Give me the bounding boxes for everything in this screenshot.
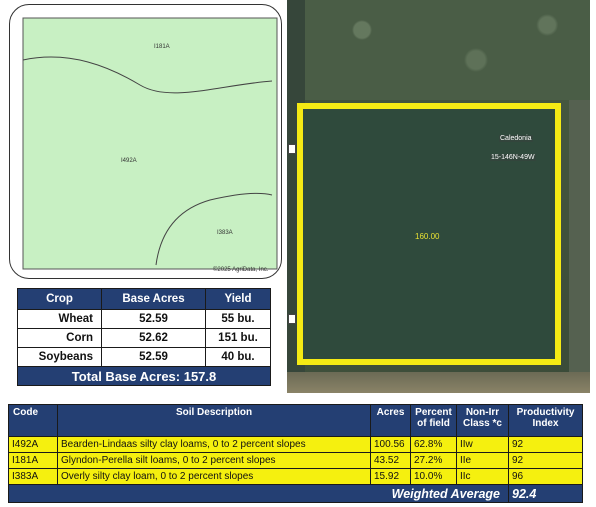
aerial-right-strip	[569, 100, 590, 372]
crop-table: Crop Base Acres Yield Wheat 52.59 55 bu.…	[17, 288, 271, 386]
weighted-average-label: Weighted Average	[8, 484, 509, 503]
map-label-i492a: I492A	[121, 158, 137, 164]
table-row: I181A Glyndon-Perella silt loams, 0 to 2…	[8, 452, 583, 469]
weighted-average-value: 92.4	[508, 484, 583, 503]
yield: 40 bu.	[205, 347, 271, 367]
place-label: Caledonia	[499, 135, 533, 142]
crop-table-header: Crop Base Acres Yield	[17, 288, 271, 310]
crop-header: Crop	[17, 288, 102, 310]
soil-code: I383A	[8, 468, 58, 485]
base-acres: 52.62	[101, 328, 206, 348]
code-header: Code	[8, 404, 58, 437]
weighted-average-row: Weighted Average 92.4	[8, 484, 583, 503]
soil-class: IIw	[456, 436, 509, 453]
percent-header: Percent of field	[410, 404, 457, 437]
soil-productivity: 92	[508, 452, 583, 469]
aerial-bottom-strip	[287, 372, 590, 393]
township-label: 15-146N-49W	[490, 154, 536, 161]
soil-description: Glyndon-Perella silt loams, 0 to 2 perce…	[57, 452, 371, 469]
soil-percent: 27.2%	[410, 452, 457, 469]
crop-name: Wheat	[17, 309, 102, 329]
boundary-marker	[288, 314, 296, 324]
crop-name: Soybeans	[17, 347, 102, 367]
description-header: Soil Description	[57, 404, 371, 437]
soil-percent: 10.0%	[410, 468, 457, 485]
soil-description: Bearden-Lindaas silty clay loams, 0 to 2…	[57, 436, 371, 453]
soil-map-drawing	[22, 17, 278, 270]
yield: 151 bu.	[205, 328, 271, 348]
soil-map-panel: I181A I492A I383A ©2025 AgriData, Inc.	[9, 4, 282, 279]
table-row: I383A Overly silty clay loam, 0 to 2 per…	[8, 468, 583, 485]
soil-acres: 43.52	[370, 452, 411, 469]
base-acres: 52.59	[101, 309, 206, 329]
aerial-map-panel: 160.00 Caledonia 15-146N-49W	[287, 0, 590, 393]
acres-header: Acres	[370, 404, 411, 437]
total-base-acres: Total Base Acres: 157.8	[17, 366, 271, 386]
map-label-i383a: I383A	[217, 230, 233, 236]
base-acres: 52.59	[101, 347, 206, 367]
soil-productivity: 96	[508, 468, 583, 485]
map-label-i181a: I181A	[154, 44, 170, 50]
soil-table: Code Soil Description Acres Percent of f…	[8, 404, 583, 503]
soil-class: IIe	[456, 452, 509, 469]
base-acres-header: Base Acres	[101, 288, 206, 310]
table-row: Soybeans 52.59 40 bu.	[17, 347, 271, 367]
yield-header: Yield	[205, 288, 271, 310]
table-row: Wheat 52.59 55 bu.	[17, 309, 271, 329]
crop-name: Corn	[17, 328, 102, 348]
aerial-top-field	[305, 0, 590, 100]
soil-code: I181A	[8, 452, 58, 469]
total-row: Total Base Acres: 157.8	[17, 366, 271, 386]
map-copyright: ©2025 AgriData, Inc.	[213, 267, 269, 273]
soil-table-header: Code Soil Description Acres Percent of f…	[8, 404, 583, 437]
soil-percent: 62.8%	[410, 436, 457, 453]
table-row: I492A Bearden-Lindaas silty clay loams, …	[8, 436, 583, 453]
soil-description: Overly silty clay loam, 0 to 2 percent s…	[57, 468, 371, 485]
soil-productivity: 92	[508, 436, 583, 453]
productivity-header: Productivity Index	[508, 404, 583, 437]
soil-class: IIc	[456, 468, 509, 485]
soil-acres: 100.56	[370, 436, 411, 453]
soil-acres: 15.92	[370, 468, 411, 485]
field-acres-label: 160.00	[415, 232, 440, 241]
boundary-marker	[288, 144, 296, 154]
yield: 55 bu.	[205, 309, 271, 329]
table-row: Corn 52.62 151 bu.	[17, 328, 271, 348]
soil-code: I492A	[8, 436, 58, 453]
class-header: Non-Irr Class *c	[456, 404, 509, 437]
